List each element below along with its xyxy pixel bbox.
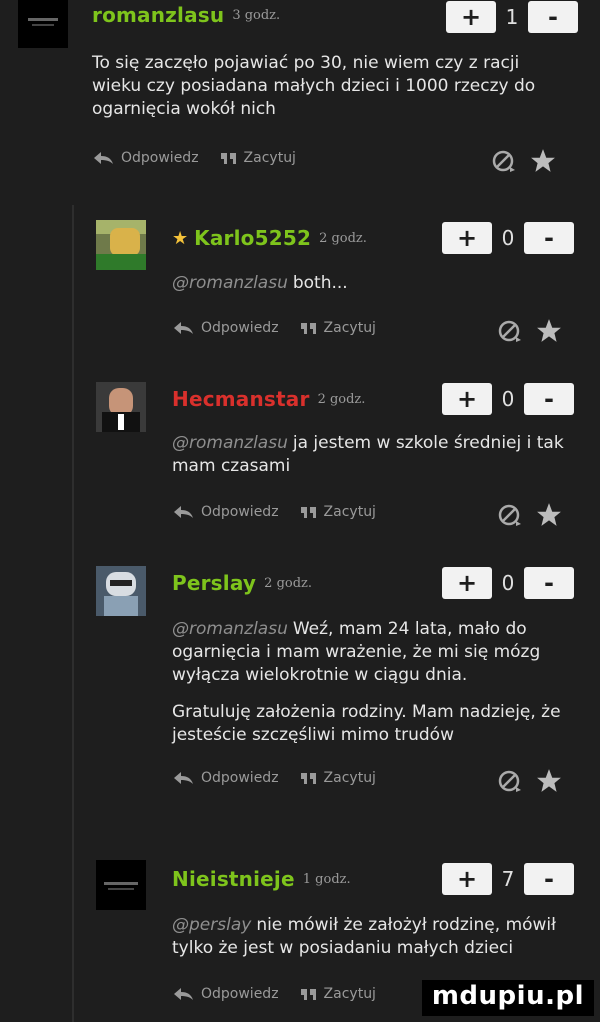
- gold-star-badge-icon: ★: [172, 227, 189, 249]
- timestamp: 2 godz.: [317, 391, 366, 407]
- vote-count: 0: [501, 387, 515, 411]
- quote-button[interactable]: Zacytuj: [220, 150, 296, 166]
- avatar[interactable]: [18, 0, 68, 48]
- avatar[interactable]: [96, 220, 146, 270]
- block-icon[interactable]: [498, 503, 522, 527]
- vote-count: 1: [505, 5, 519, 29]
- quote-icon: [300, 989, 316, 1000]
- timestamp: 2 godz.: [264, 575, 313, 591]
- comment-text: Gratuluję założenia rodziny. Mam nadziej…: [172, 702, 561, 745]
- mention-link[interactable]: @romanzlasu: [172, 273, 288, 293]
- mention-link[interactable]: @romanzlasu: [172, 433, 288, 453]
- quote-button[interactable]: Zacytuj: [300, 320, 376, 336]
- avatar[interactable]: [96, 382, 146, 432]
- downvote-button[interactable]: -: [524, 567, 574, 599]
- reply-button[interactable]: Odpowiedz: [92, 150, 199, 166]
- quote-icon: [220, 153, 236, 164]
- quote-icon: [300, 773, 316, 784]
- avatar[interactable]: [96, 566, 146, 616]
- vote-count: 0: [501, 571, 515, 595]
- comment-text: both...: [292, 273, 348, 293]
- downvote-button[interactable]: -: [524, 863, 574, 895]
- thread-line: [72, 205, 74, 1022]
- upvote-button[interactable]: +: [442, 567, 492, 599]
- timestamp: 1 godz.: [302, 871, 351, 887]
- vote-count: 0: [501, 226, 515, 250]
- block-icon[interactable]: [492, 149, 516, 173]
- favorite-star-icon[interactable]: [536, 318, 562, 344]
- upvote-button[interactable]: +: [442, 222, 492, 254]
- reply-button[interactable]: Odpowiedz: [172, 986, 279, 1002]
- comment-text: To się zaczęło pojawiać po 30, nie wiem …: [92, 53, 536, 119]
- author-name[interactable]: romanzlasu: [92, 3, 224, 27]
- downvote-button[interactable]: -: [524, 222, 574, 254]
- reply-arrow-icon: [94, 152, 113, 164]
- mention-link[interactable]: @perslay: [172, 915, 251, 935]
- quote-button[interactable]: Zacytuj: [300, 504, 376, 520]
- reply-button[interactable]: Odpowiedz: [172, 504, 279, 520]
- author-name[interactable]: Karlo5252: [194, 226, 311, 250]
- site-watermark: mdupiu.pl: [421, 980, 594, 1016]
- reply-arrow-icon: [174, 322, 193, 334]
- vote-count: 7: [501, 867, 515, 891]
- favorite-star-icon[interactable]: [536, 502, 562, 528]
- block-icon[interactable]: [498, 319, 522, 343]
- reply-button[interactable]: Odpowiedz: [172, 770, 279, 786]
- timestamp: 3 godz.: [232, 7, 281, 23]
- favorite-star-icon[interactable]: [536, 768, 562, 794]
- author-name[interactable]: Perslay: [172, 571, 256, 595]
- upvote-button[interactable]: +: [442, 863, 492, 895]
- quote-button[interactable]: Zacytuj: [300, 986, 376, 1002]
- quote-icon: [300, 507, 316, 518]
- author-name[interactable]: Hecmanstar: [172, 387, 310, 411]
- downvote-button[interactable]: -: [524, 383, 574, 415]
- mention-link[interactable]: @romanzlasu: [172, 619, 288, 639]
- reply-arrow-icon: [174, 772, 193, 784]
- downvote-button[interactable]: -: [528, 1, 578, 33]
- timestamp: 2 godz.: [319, 230, 367, 246]
- quote-button[interactable]: Zacytuj: [300, 770, 376, 786]
- author-name[interactable]: Nieistnieje: [172, 867, 295, 891]
- upvote-button[interactable]: +: [446, 1, 496, 33]
- reply-arrow-icon: [174, 506, 193, 518]
- block-icon[interactable]: [498, 769, 522, 793]
- favorite-star-icon[interactable]: [530, 148, 556, 174]
- quote-icon: [300, 323, 316, 334]
- upvote-button[interactable]: +: [442, 383, 492, 415]
- avatar[interactable]: [96, 860, 146, 910]
- reply-arrow-icon: [174, 988, 193, 1000]
- reply-button[interactable]: Odpowiedz: [172, 320, 279, 336]
